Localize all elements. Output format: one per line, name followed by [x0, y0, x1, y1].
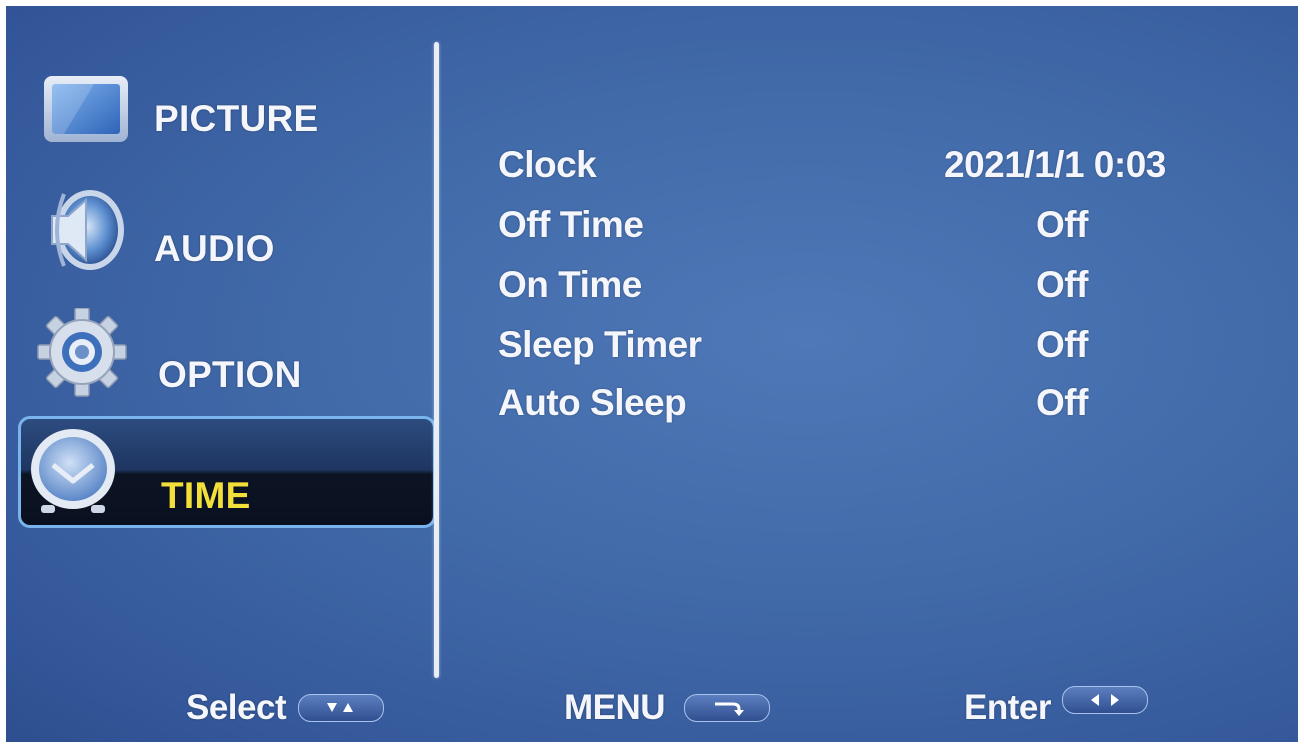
left-right-key-icon: [1062, 686, 1148, 714]
footer-enter-hint: Enter: [964, 682, 1184, 732]
setting-label: On Time: [498, 264, 642, 305]
return-key-icon: [684, 694, 770, 722]
setting-value: Off: [1036, 382, 1088, 423]
panel-divider: [434, 42, 439, 678]
setting-row-clock[interactable]: Clock 2021/1/1 0:03: [498, 144, 1218, 188]
speaker-icon: [51, 190, 124, 270]
sidebar-item-option[interactable]: OPTION: [24, 308, 436, 418]
sidebar-item-time[interactable]: TIME: [18, 416, 436, 528]
sidebar-item-label: TIME: [161, 475, 251, 516]
clock-icon: [31, 429, 115, 513]
up-down-key-icon: [298, 694, 384, 722]
footer-select-label: Select: [186, 688, 287, 727]
gear-icon: [37, 308, 127, 397]
setting-row-on-time[interactable]: On Time Off: [498, 264, 1218, 308]
sidebar-item-picture[interactable]: PICTURE: [24, 70, 436, 180]
sidebar-item-label: AUDIO: [154, 228, 275, 269]
setting-value: Off: [1036, 264, 1088, 305]
tv-osd-screen: PICTURE AUDIO OPTION TIME Clock 2021/1/1…: [6, 6, 1298, 742]
setting-label: Clock: [498, 144, 597, 185]
setting-value: 2021/1/1 0:03: [944, 144, 1166, 185]
sidebar-item-label: OPTION: [158, 354, 302, 395]
setting-label: Sleep Timer: [498, 324, 702, 365]
sidebar-item-label: PICTURE: [154, 98, 319, 139]
setting-row-sleep-timer[interactable]: Sleep Timer Off: [498, 324, 1218, 368]
sidebar-item-audio[interactable]: AUDIO: [24, 186, 436, 296]
setting-label: Auto Sleep: [498, 382, 687, 423]
setting-value: Off: [1036, 204, 1088, 245]
setting-row-auto-sleep[interactable]: Auto Sleep Off: [498, 382, 1218, 426]
setting-value: Off: [1036, 324, 1088, 365]
setting-label: Off Time: [498, 204, 644, 245]
footer-select-hint: Select: [186, 682, 406, 732]
footer-enter-label: Enter: [964, 688, 1051, 727]
footer-menu-label: MENU: [564, 688, 666, 727]
footer-menu-hint: MENU: [564, 682, 784, 732]
monitor-icon: [44, 76, 128, 142]
setting-row-off-time[interactable]: Off Time Off: [498, 204, 1218, 248]
